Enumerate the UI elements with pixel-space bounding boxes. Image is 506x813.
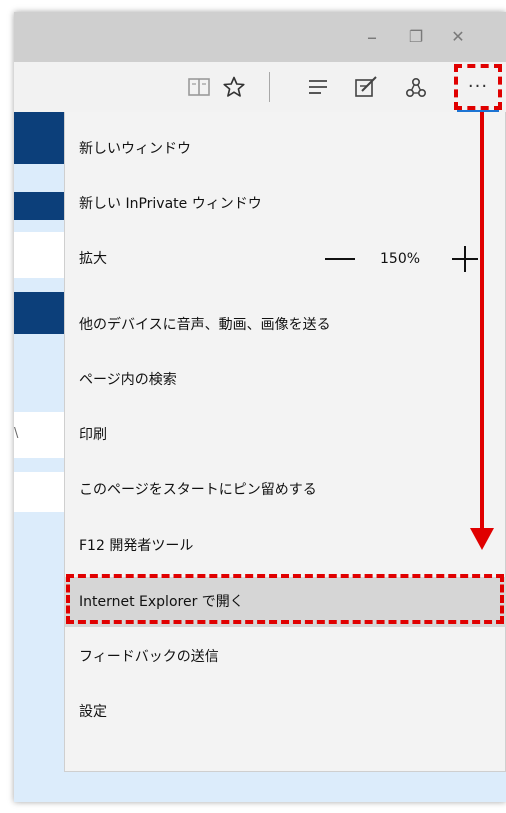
page-card <box>14 232 64 278</box>
menu-item-find-on-page[interactable]: ページ内の検索 <box>65 355 506 405</box>
page-card <box>14 472 64 512</box>
zoom-out-button[interactable] <box>325 258 355 260</box>
menu-item-pin-to-start[interactable]: このページをスタートにピン留めする <box>65 465 506 515</box>
hub-icon[interactable] <box>298 62 338 112</box>
page-nav-band <box>14 192 64 220</box>
menu-item-new-window[interactable]: 新しいウィンドウ <box>65 124 506 174</box>
menu-item-f12-developer-tools[interactable]: F12 開発者ツール <box>65 521 506 571</box>
menu-item-cast-media[interactable]: 他のデバイスに音声、動画、画像を送る <box>65 300 506 350</box>
menu-item-label: 印刷 <box>79 427 107 443</box>
toolbar-divider <box>269 72 270 102</box>
menu-item-label: F12 開発者ツール <box>79 538 194 554</box>
menu-item-label: 設定 <box>79 704 107 720</box>
menu-item-label: フィードバックの送信 <box>79 649 219 665</box>
star-icon[interactable] <box>217 62 251 112</box>
toolbar: ··· <box>14 62 506 112</box>
menu-item-label: ページ内の検索 <box>79 372 177 388</box>
menu-item-zoom: 拡大 150% <box>65 234 506 284</box>
page-header-band <box>14 112 64 164</box>
share-icon[interactable] <box>396 62 436 112</box>
menu-item-settings[interactable]: 設定 <box>65 687 506 737</box>
menu-item-send-feedback[interactable]: フィードバックの送信 <box>65 632 506 682</box>
menu-item-label: このページをスタートにピン留めする <box>79 482 317 498</box>
page-card: \ <box>14 412 64 458</box>
menu-item-label: 新しい InPrivate ウィンドウ <box>79 196 262 212</box>
annotation-box-open-ie <box>66 574 504 624</box>
menu-item-print[interactable]: 印刷 <box>65 410 506 460</box>
browser-window: – ❐ ✕ ··· \ 新しいウィンドウ 新しい InPrivate ウィンドウ… <box>14 12 506 802</box>
web-note-icon[interactable] <box>346 62 386 112</box>
restore-button[interactable]: ❐ <box>394 20 438 54</box>
menu-item-label: 他のデバイスに音声、動画、画像を送る <box>79 317 331 333</box>
page-background: \ <box>14 112 64 802</box>
annotation-box-more-button <box>454 64 502 110</box>
annotation-arrow-head <box>470 528 494 550</box>
zoom-in-button[interactable] <box>464 246 466 272</box>
more-actions-menu: 新しいウィンドウ 新しい InPrivate ウィンドウ 拡大 150% 他のデ… <box>64 112 506 772</box>
close-button[interactable]: ✕ <box>436 20 480 54</box>
zoom-level: 150% <box>380 251 421 267</box>
annotation-arrow-line <box>480 112 484 530</box>
menu-item-new-inprivate-window[interactable]: 新しい InPrivate ウィンドウ <box>65 179 506 229</box>
menu-item-label: 新しいウィンドウ <box>79 141 191 157</box>
reading-view-icon[interactable] <box>182 62 216 112</box>
page-card-text: \ <box>14 426 19 441</box>
page-banner <box>14 292 64 334</box>
minimize-button[interactable]: – <box>350 20 394 54</box>
menu-item-label: 拡大 <box>79 251 107 267</box>
title-bar: – ❐ ✕ <box>14 12 506 62</box>
